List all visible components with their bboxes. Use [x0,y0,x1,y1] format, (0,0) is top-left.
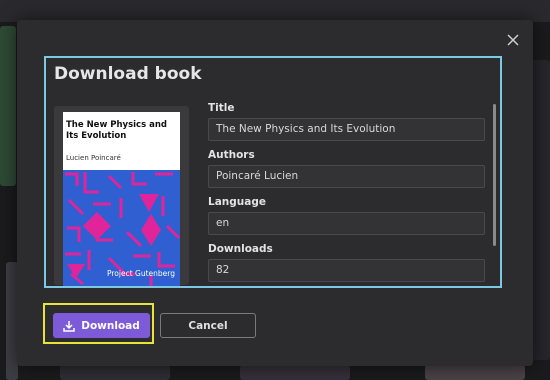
fields-scrollbar[interactable] [493,104,496,246]
field-label: Title [208,102,235,114]
background-book-card [240,365,350,380]
background-app-header [0,0,550,22]
download-button-label: Download [81,319,140,332]
close-icon[interactable] [507,34,519,46]
book-metadata-fields: Title The New Physics and Its Evolution … [208,102,488,290]
field-label: Authors [208,149,255,161]
book-cover-frame: The New Physics and Its Evolution Lucien… [54,106,189,286]
background-book-card [425,365,525,380]
download-icon [63,320,75,332]
dialog-title: Download book [54,64,202,84]
language-field[interactable]: en [208,212,485,235]
field-downloads: Downloads 82 [208,243,488,290]
background-book-card [60,365,170,380]
download-button[interactable]: Download [53,313,150,338]
cover-publisher: Project Gutenberg [106,269,175,278]
title-field[interactable]: The New Physics and Its Evolution [208,118,485,141]
field-authors: Authors Poincaré Lucien [208,149,488,196]
download-dialog: Download book The New Physics and Its Ev… [17,20,533,366]
downloads-field[interactable]: 82 [208,259,485,282]
background-book-card [0,26,16,186]
book-cover: The New Physics and Its Evolution Lucien… [63,112,180,286]
field-label: Downloads [208,243,273,255]
field-label: Language [208,196,266,208]
authors-field[interactable]: Poincaré Lucien [208,165,485,188]
cover-title: The New Physics and Its Evolution [66,120,167,141]
field-title: Title The New Physics and Its Evolution [208,102,488,149]
cancel-button[interactable]: Cancel [160,313,256,338]
cover-author: Lucien Poincaré [66,154,121,162]
field-language: Language en [208,196,488,243]
close-button[interactable] [505,32,521,48]
background-book-card [532,60,550,360]
book-details-panel: Download book The New Physics and Its Ev… [44,56,502,288]
